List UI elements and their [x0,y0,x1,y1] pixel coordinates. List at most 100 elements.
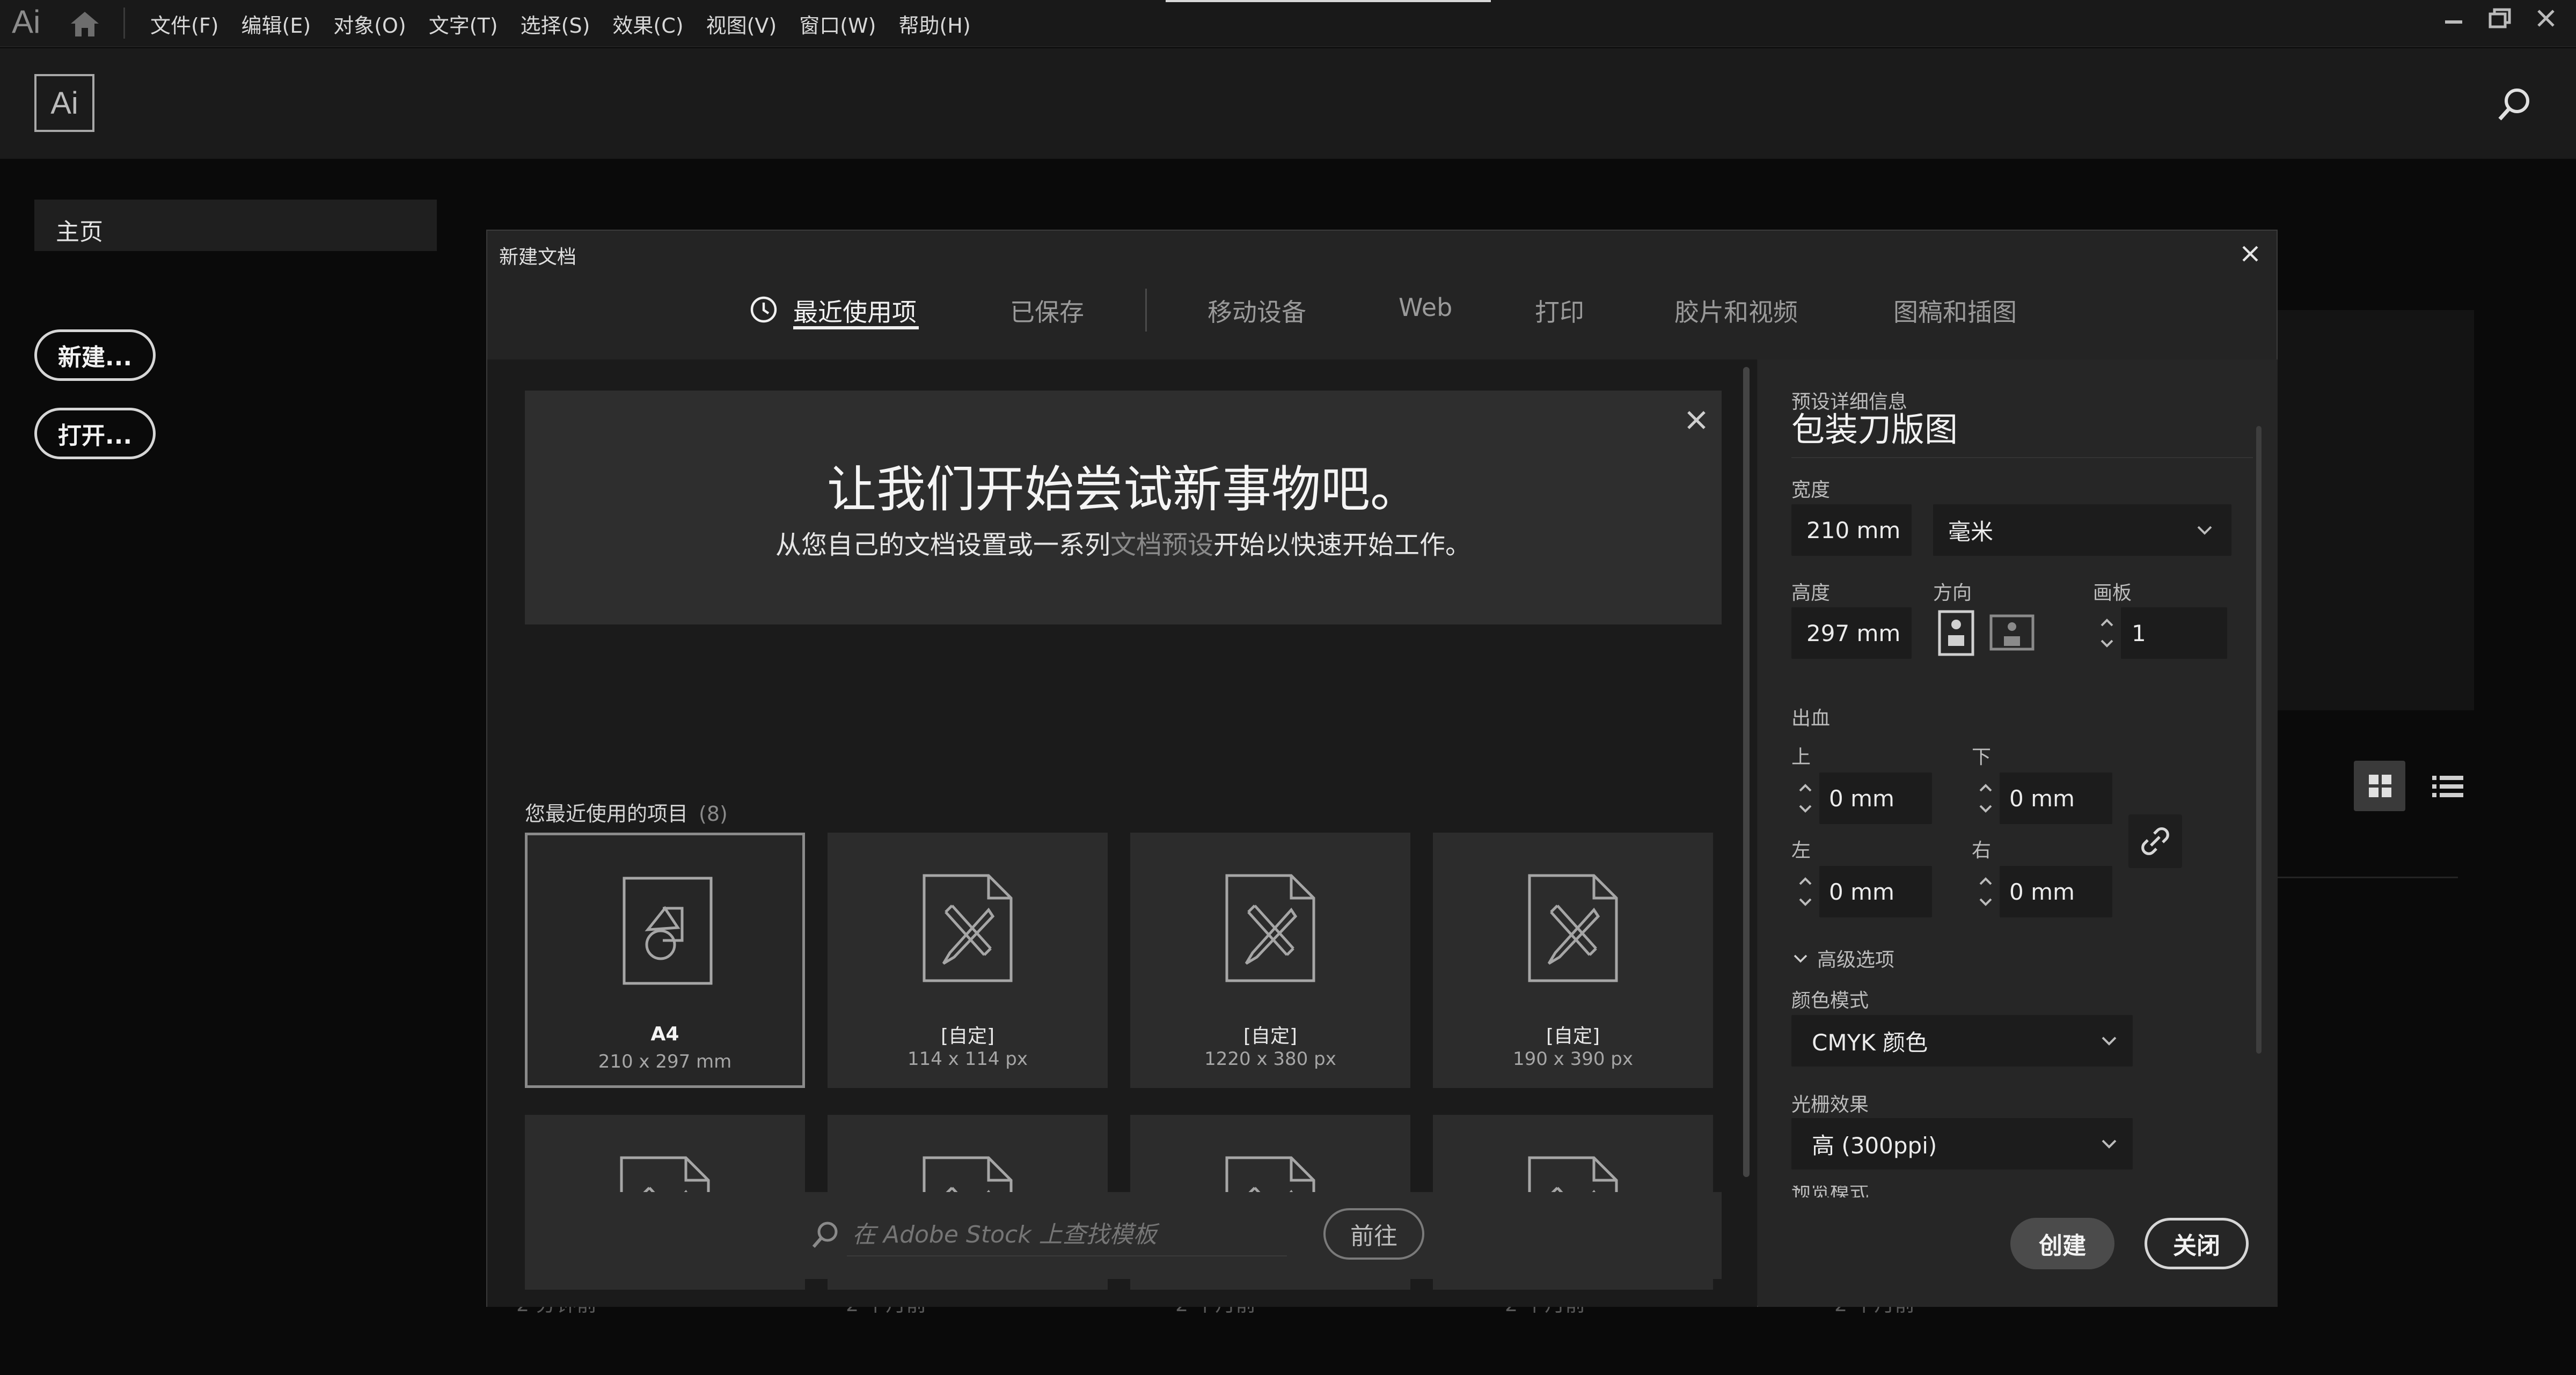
bleed-right-field[interactable]: 0 mm [2000,866,2112,917]
tab-film-video[interactable]: 胶片和视频 [1674,293,1798,328]
height-label: 高度 [1791,582,1831,604]
menu-edit[interactable]: 编辑(E) [241,9,311,39]
bleed-top-stepper[interactable] [1795,773,1816,824]
recent-item-card[interactable]: A4 210 x 297 mm [525,833,805,1088]
recent-item-card[interactable]: [自定] 190 x 390 px [1433,833,1713,1088]
bleed-right-stepper[interactable] [1975,866,1996,917]
home-icon[interactable] [69,10,101,39]
raster-effects-value: 高 (300ppi) [1812,1132,1937,1159]
window-tab-indicator [1166,0,1491,2]
background-divider [2273,877,2458,878]
tab-web[interactable]: Web [1399,293,1452,322]
bleed-left-field[interactable]: 0 mm [1819,866,1932,917]
window-close-icon[interactable] [2529,5,2563,32]
bleed-left-stepper[interactable] [1795,866,1816,917]
sidebar-item-home[interactable]: 主页 [34,200,437,251]
recent-item-size: 1220 x 380 px [1204,1048,1336,1070]
stock-search-input[interactable] [847,1214,1287,1256]
close-icon[interactable] [1683,407,1710,433]
menu-object[interactable]: 对象(O) [333,9,406,39]
recent-items-heading: 您最近使用的项目 (8) [525,797,728,827]
color-mode-label: 颜色模式 [1791,990,1869,1012]
recent-item-size: 210 x 297 mm [598,1051,732,1072]
search-icon[interactable] [2496,86,2533,123]
clock-icon [750,296,777,323]
go-button[interactable]: 前往 [1323,1208,1424,1260]
document-shapes-icon [623,877,713,985]
menu-list: 文件(F) 编辑(E) 对象(O) 文字(T) 选择(S) 效果(C) 视图(V… [150,0,971,47]
bleed-label: 出血 [1791,708,1831,730]
list-view-icon[interactable] [2426,761,2469,811]
tab-divider [1145,289,1147,332]
recent-item-card[interactable]: [自定] 114 x 114 px [828,833,1108,1088]
bleed-right-label: 右 [1972,840,1992,862]
document-pencil-icon [1528,874,1618,982]
tab-recent[interactable]: 最近使用项 [793,293,917,328]
menu-effect[interactable]: 效果(C) [612,9,683,39]
color-mode-select[interactable]: CMYK 颜色 [1791,1015,2133,1067]
preset-name-underline [1791,457,2253,458]
close-button[interactable]: 关闭 [2145,1218,2249,1269]
bleed-bottom-label: 下 [1972,746,1992,768]
portrait-icon[interactable] [1936,609,1976,657]
tab-active-underline [793,326,919,329]
advanced-options-toggle[interactable]: 高级选项 [1791,944,1894,972]
open-button[interactable]: 打开... [34,408,156,459]
recent-items-count: (8) [699,802,728,826]
menu-file[interactable]: 文件(F) [150,9,219,39]
document-pencil-icon [1225,874,1315,982]
grid-view-button[interactable] [2354,761,2405,811]
recent-item-card[interactable]: [自定] 1220 x 380 px [1130,833,1410,1088]
menu-type[interactable]: 文字(T) [429,9,498,39]
tab-saved[interactable]: 已保存 [1010,293,1084,328]
unit-value: 毫米 [1948,518,1994,545]
landscape-icon[interactable] [1988,609,2036,657]
width-field[interactable]: 210 mm [1791,504,1912,556]
artboards-field[interactable]: 1 [2121,607,2227,659]
width-label: 宽度 [1791,479,1831,501]
chevron-down-icon [2102,1139,2117,1149]
app-logo-small: Ai [12,4,41,40]
banner-sub-before: 从您自己的文档设置或一系列 [775,530,1110,560]
preset-scrollbar[interactable] [2256,426,2262,1054]
link-bleed-button[interactable] [2128,814,2182,868]
tab-art-illustration[interactable]: 图稿和插图 [1893,293,2017,328]
recent-item-name: [自定] [1546,1025,1600,1047]
bleed-bottom-stepper[interactable] [1975,773,1996,824]
menu-window[interactable]: 窗口(W) [799,9,876,39]
recent-item-name: A4 [650,1023,679,1045]
dialog-title: 新建文档 [499,246,577,268]
recent-scrollbar[interactable] [1743,367,1750,1177]
document-pencil-icon [923,874,1013,982]
height-field[interactable]: 297 mm [1791,607,1912,659]
menu-view[interactable]: 视图(V) [706,9,777,39]
tab-mobile[interactable]: 移动设备 [1208,293,1306,328]
color-mode-value: CMYK 颜色 [1812,1029,1928,1056]
recent-item-size: 114 x 114 px [907,1048,1028,1070]
bleed-top-field[interactable]: 0 mm [1819,773,1932,824]
chevron-down-icon [1794,954,1807,963]
minimize-icon[interactable] [2436,5,2471,32]
menu-select[interactable]: 选择(S) [521,9,590,39]
artboards-stepper[interactable] [2096,607,2118,659]
raster-effects-select[interactable]: 高 (300ppi) [1791,1118,2133,1170]
app-header: Ai [0,48,2576,159]
create-button[interactable]: 创建 [2010,1218,2114,1269]
grid-view-icon [2369,775,2391,797]
restore-icon[interactable] [2483,5,2517,32]
bleed-bottom-field[interactable]: 0 mm [2000,773,2112,824]
preset-name[interactable]: 包装刀版图 [1791,402,1958,451]
app-logo: Ai [34,74,94,132]
background-panel [2273,310,2474,710]
recent-item-size: 190 x 390 px [1512,1048,1634,1070]
close-icon[interactable] [2236,239,2265,268]
menu-help[interactable]: 帮助(H) [898,9,970,39]
new-document-dialog: 新建文档 最近使用项 已保存 移动设备 Web 打印 胶片和视频 图稿和插图 让… [486,230,2278,1307]
chevron-down-icon [2197,526,2212,535]
stock-search-bar: 前往 [525,1192,1722,1279]
document-presets-link[interactable]: 文档预设 [1110,530,1213,560]
tab-print[interactable]: 打印 [1535,293,1584,328]
unit-select[interactable]: 毫米 [1933,504,2231,556]
advanced-options-label: 高级选项 [1817,949,1895,971]
new-button[interactable]: 新建... [34,329,156,381]
